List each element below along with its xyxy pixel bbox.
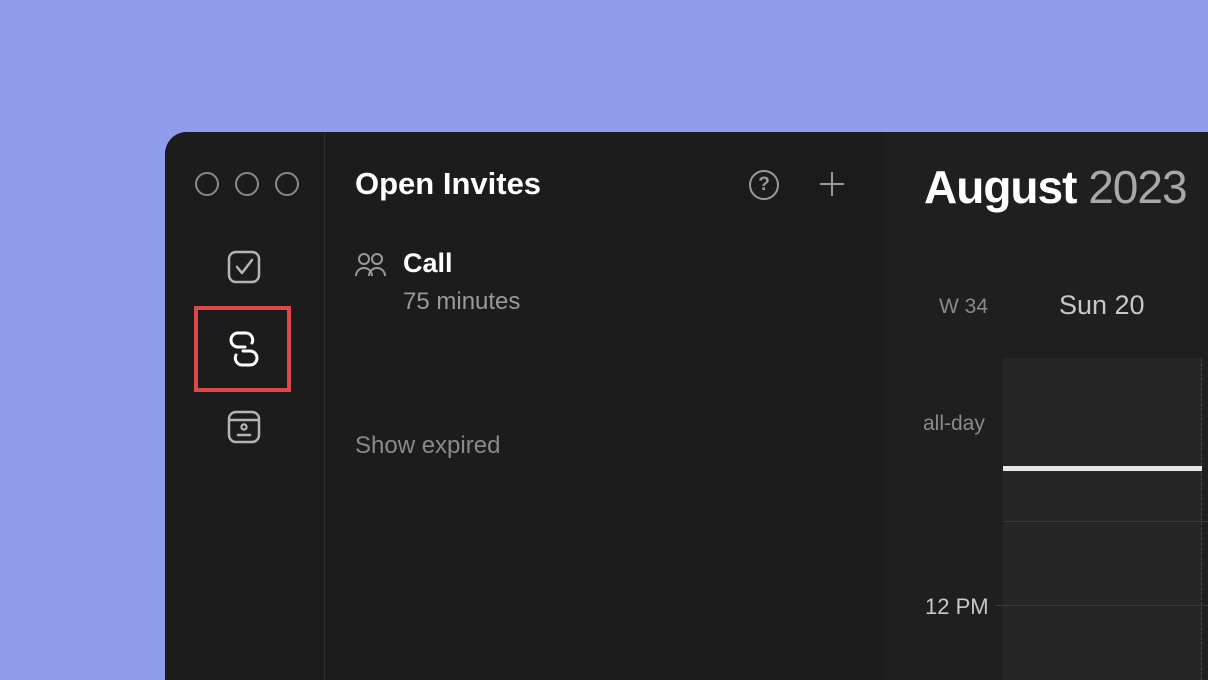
calendar-view: August 2023 W 34 Sun 20 all-day 12 PM <box>883 132 1208 680</box>
day-header[interactable]: Sun 20 <box>1059 290 1145 321</box>
calendar-header: August 2023 <box>924 160 1188 214</box>
help-glyph: ? <box>758 174 770 195</box>
invite-duration: 75 minutes <box>403 288 521 315</box>
week-number: W 34 <box>939 295 989 318</box>
all-day-label: all-day <box>923 412 985 435</box>
app-window: Open Invites ? Call 75 minutes Show expi… <box>165 132 1208 680</box>
plus-icon[interactable] <box>816 168 848 200</box>
people-icon <box>355 253 386 277</box>
hour-gridline <box>1003 605 1208 606</box>
invites-panel: Open Invites ? Call 75 minutes Show expi… <box>326 132 882 680</box>
window-controls <box>195 172 299 196</box>
zoom-window-button[interactable] <box>275 172 299 196</box>
hour-tick <box>995 605 1003 606</box>
minimize-window-button[interactable] <box>235 172 259 196</box>
question-circle-icon[interactable]: ? <box>749 170 779 200</box>
show-expired-link[interactable]: Show expired <box>355 432 500 460</box>
calendar-month: August <box>924 161 1077 213</box>
sidebar-item-tasks[interactable] <box>223 246 265 288</box>
selection-highlight <box>194 306 291 392</box>
current-time-line <box>1003 466 1202 471</box>
contact-card-icon <box>227 410 261 444</box>
day-column[interactable] <box>1003 358 1202 680</box>
checkbox-icon <box>227 250 261 284</box>
sidebar <box>165 132 325 680</box>
time-label: 12 PM <box>925 594 989 619</box>
calendar-year: 2023 <box>1088 161 1187 213</box>
close-window-button[interactable] <box>195 172 219 196</box>
hour-gridline <box>1003 521 1208 522</box>
page-title: Open Invites <box>355 166 542 201</box>
invite-title: Call <box>403 248 453 278</box>
sidebar-item-contacts[interactable] <box>223 406 265 448</box>
